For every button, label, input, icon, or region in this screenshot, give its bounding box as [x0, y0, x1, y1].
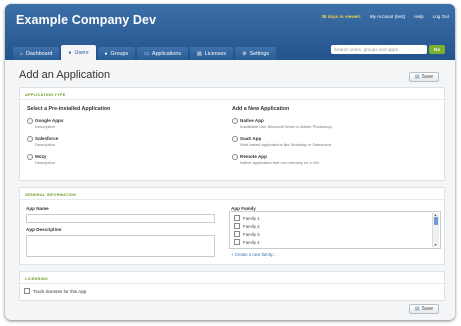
- help-link[interactable]: Help: [414, 14, 423, 19]
- track-licenses-option[interactable]: Track licenses for this App: [24, 288, 86, 294]
- app-title: Example Company Dev: [16, 13, 157, 27]
- save-button-top[interactable]: ▤ Save: [409, 72, 439, 82]
- option-name: Google Apps: [35, 117, 64, 123]
- gear-icon: ⚙: [242, 50, 247, 57]
- checkbox[interactable]: [234, 239, 240, 245]
- trial-notice[interactable]: 38 days in viewer!: [321, 14, 360, 19]
- option-desc: Description: [35, 124, 56, 129]
- preinstalled-heading: Select a Pre-installed Application: [27, 106, 111, 112]
- track-licenses-checkbox[interactable]: [24, 288, 30, 294]
- users-icon: ●: [68, 49, 72, 56]
- applications-icon: ▭: [144, 50, 149, 57]
- app-family-list[interactable]: Family 1 Family 2 Family 3 Family 4 ▲ ▼: [229, 211, 441, 249]
- option-name: Native App: [240, 117, 264, 123]
- family-scrollbar[interactable]: ▲ ▼: [432, 213, 439, 247]
- radio-button[interactable]: [27, 136, 33, 142]
- family-option[interactable]: Family 3: [234, 231, 260, 237]
- tab-groups[interactable]: ● Groups: [97, 47, 136, 60]
- family-option[interactable]: Family 1: [234, 215, 260, 221]
- radio-button[interactable]: [232, 118, 238, 124]
- track-licenses-label: Track licenses for this App: [33, 288, 87, 294]
- option-desc: Web-based applications like Workday or S…: [240, 142, 333, 147]
- tab-label: Settings: [249, 50, 270, 57]
- save-button-bottom[interactable]: ▤ Save: [409, 304, 439, 314]
- checkbox[interactable]: [234, 231, 240, 237]
- option-desc: Native application that run remotely on …: [240, 160, 320, 165]
- top-links: 38 days in viewer! My Account (test) Hel…: [321, 14, 449, 19]
- header-bar: Example Company Dev 38 days in viewer! M…: [5, 4, 455, 60]
- licenses-icon: ▤: [197, 50, 202, 57]
- option-desc: Description: [35, 160, 56, 165]
- family-name: Family 4: [243, 239, 260, 245]
- search-input[interactable]: Search users, groups and apps...: [331, 45, 427, 54]
- home-icon: ⌂: [20, 50, 24, 57]
- option-name: Salesforce: [35, 135, 59, 141]
- save-label: Save: [421, 306, 434, 312]
- checkbox[interactable]: [234, 223, 240, 229]
- radio-button[interactable]: [232, 154, 238, 160]
- option-name: Remote App: [240, 153, 267, 159]
- save-icon: ▤: [414, 74, 420, 80]
- app-name-label: App Name: [26, 206, 49, 211]
- logout-link[interactable]: Log Out: [433, 14, 449, 19]
- save-label: Save: [421, 74, 434, 80]
- application-type-panel: APPLICATION TYPE Select a Pre-installed …: [19, 87, 445, 181]
- tab-label: Applications: [151, 50, 182, 57]
- scroll-down-icon[interactable]: ▼: [433, 243, 438, 247]
- option-desc: Description: [35, 142, 56, 147]
- radio-button[interactable]: [232, 136, 238, 142]
- section-label: LICENSING: [25, 276, 48, 281]
- tab-label: Dashboard: [26, 50, 53, 57]
- app-description-label: App Description: [26, 227, 62, 232]
- tab-label: Licenses: [204, 50, 227, 57]
- divider: [20, 99, 444, 100]
- page-title: Add an Application: [19, 69, 111, 81]
- section-label: APPLICATION TYPE: [25, 92, 66, 97]
- section-label: GENERAL INFORMATION: [25, 192, 76, 197]
- option-name: Mozy: [35, 153, 47, 159]
- tab-licenses[interactable]: ▤ Licenses: [190, 47, 234, 60]
- scroll-thumb[interactable]: [433, 217, 438, 225]
- my-account-link[interactable]: My Account (test): [370, 14, 406, 19]
- radio-button[interactable]: [27, 154, 33, 160]
- tab-applications[interactable]: ▭ Applications: [137, 47, 189, 60]
- app-window: Example Company Dev 38 days in viewer! M…: [5, 4, 455, 320]
- groups-icon: ●: [104, 50, 108, 57]
- family-name: Family 1: [243, 215, 260, 221]
- tab-label: Groups: [110, 50, 129, 57]
- divider: [20, 199, 444, 200]
- family-name: Family 2: [243, 223, 260, 229]
- licensing-panel: LICENSING: [19, 271, 445, 301]
- tab-users[interactable]: ● Users: [61, 45, 96, 60]
- family-name: Family 3: [243, 231, 260, 237]
- option-desc: Installable Like Microsoft Word or Adobe…: [240, 124, 333, 129]
- checkbox[interactable]: [234, 215, 240, 221]
- tab-settings[interactable]: ⚙ Settings: [235, 47, 277, 60]
- radio-button[interactable]: [27, 118, 33, 124]
- save-icon: ▤: [414, 306, 420, 312]
- app-name-input[interactable]: [26, 214, 215, 223]
- app-description-textarea[interactable]: [26, 235, 215, 257]
- option-name: SaaS App: [240, 135, 262, 141]
- family-option[interactable]: Family 2: [234, 223, 260, 229]
- create-family-link[interactable]: + Create a new family...: [231, 252, 276, 257]
- family-option[interactable]: Family 4: [234, 239, 260, 245]
- new-app-heading: Add a New Application: [232, 106, 290, 112]
- main-nav: ⌂ Dashboard ● Users ● Groups ▭ Applications …: [13, 42, 277, 60]
- tab-label: Users: [74, 49, 89, 56]
- divider: [20, 283, 444, 284]
- tab-dashboard[interactable]: ⌂ Dashboard: [13, 47, 60, 60]
- go-button[interactable]: Go: [429, 45, 445, 54]
